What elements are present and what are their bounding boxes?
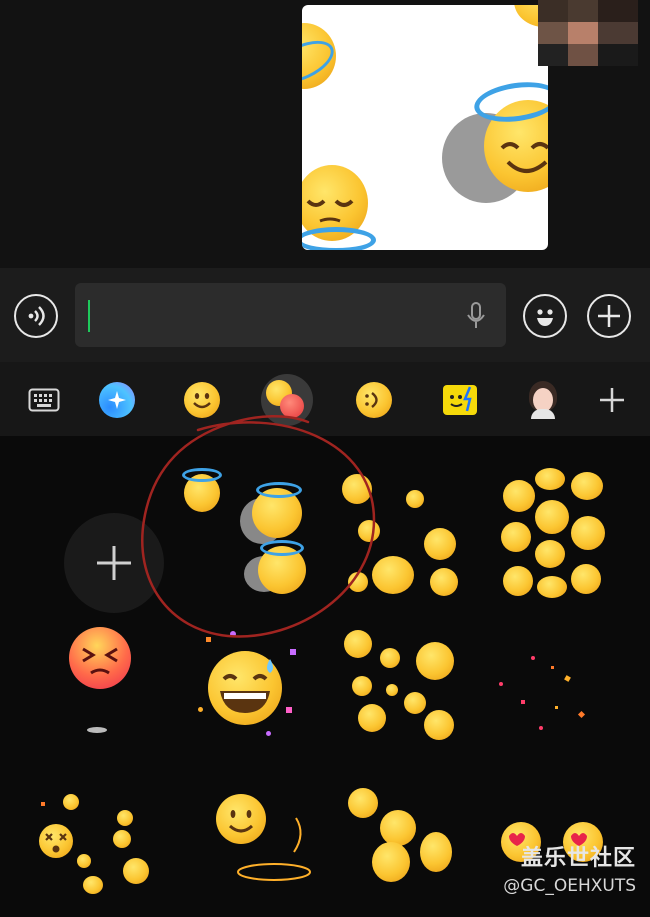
- microphone-icon[interactable]: [465, 301, 487, 331]
- sticker-dizzy-faces[interactable]: [25, 786, 175, 917]
- tears-of-joy-face: [372, 556, 414, 594]
- heart-eyes-face: [358, 704, 386, 732]
- contact-avatar[interactable]: [538, 0, 638, 66]
- tab-custom-sticker[interactable]: [440, 380, 480, 420]
- dizzy-face: [113, 830, 131, 848]
- more-button[interactable]: [587, 294, 631, 338]
- emoji-button[interactable]: [523, 294, 567, 338]
- sticker-upside-down-faces[interactable]: [340, 782, 490, 917]
- melting-face: [535, 540, 565, 568]
- tab-keyboard[interactable]: [24, 380, 64, 420]
- tab-avatar[interactable]: [523, 380, 563, 420]
- spotlight-ring: [237, 817, 311, 881]
- watermark-handle: @GC_OEHXUTS: [503, 876, 636, 896]
- confetti: [198, 707, 203, 712]
- yellow-sticker-icon: [443, 385, 477, 415]
- plus-icon: [598, 305, 620, 327]
- confetti: [555, 706, 558, 709]
- confetti: [564, 675, 571, 682]
- voice-button[interactable]: [14, 294, 58, 338]
- annotation-circle: [141, 415, 376, 638]
- confetti: [41, 802, 45, 806]
- message-input[interactable]: [75, 283, 506, 347]
- dizzy-face: [83, 876, 103, 894]
- heart-eyes-face: [416, 642, 454, 680]
- confetti: [521, 700, 525, 704]
- heart-eyes-face: [352, 676, 372, 696]
- upside-down-face: [380, 810, 416, 846]
- dizzy-face: [117, 810, 133, 826]
- halo-face-features: [500, 142, 548, 173]
- halo-ring: [302, 227, 376, 250]
- tears-of-joy-face: [430, 568, 458, 596]
- confetti: [286, 707, 292, 713]
- confetti: [551, 666, 554, 669]
- sent-sticker-message[interactable]: [302, 5, 548, 250]
- sparkle-icon: [99, 382, 135, 418]
- voice-wave-icon: [28, 306, 45, 326]
- sticker-confetti-burst[interactable]: [495, 626, 645, 766]
- winking-face: [503, 480, 535, 512]
- melting-face: [571, 472, 603, 500]
- plus-icon: [97, 546, 131, 580]
- tab-ai-sparkle[interactable]: [97, 380, 137, 420]
- sticker-smiling-face-spotlight[interactable]: [200, 786, 350, 917]
- confetti: [531, 656, 535, 660]
- grinning-face-features: [220, 659, 273, 713]
- heart-eyes-face: [404, 692, 426, 714]
- text-caret: [88, 300, 90, 332]
- watermark-title: 盖乐世社区: [520, 846, 636, 871]
- sticker-winking-melting-faces[interactable]: [495, 468, 645, 608]
- dizzy-face: [77, 854, 91, 868]
- tears-of-joy-face: [406, 490, 424, 508]
- dizzy-face: [123, 858, 149, 884]
- message-input-bar: [0, 268, 650, 362]
- melting-face: [501, 522, 531, 552]
- winking-face: [571, 516, 605, 550]
- winking-face: [503, 566, 533, 596]
- tab-add[interactable]: [592, 380, 632, 420]
- tears-of-joy-face: [424, 528, 456, 560]
- melting-face: [535, 468, 565, 490]
- heart-eyes-face: [424, 710, 454, 740]
- plus-icon: [600, 388, 624, 412]
- upside-down-face: [372, 842, 410, 882]
- dizzy-face: [63, 794, 79, 810]
- face-shadow: [87, 727, 107, 733]
- confetti: [266, 731, 271, 736]
- dizzy-face-features: [45, 833, 67, 853]
- upside-down-face: [420, 832, 452, 872]
- chat-area: [0, 0, 650, 268]
- heart-eyes-face: [380, 648, 400, 668]
- winking-face: [535, 500, 569, 534]
- confetti: [577, 710, 586, 719]
- melting-face: [537, 576, 567, 598]
- smiley-icon: [537, 309, 553, 326]
- upside-down-face: [348, 788, 378, 818]
- keyboard-icon: [28, 388, 60, 412]
- heart-eyes-face: [386, 684, 398, 696]
- confetti: [539, 726, 543, 730]
- watermark: 盖乐世社区 @GC_OEHXUTS: [503, 840, 636, 896]
- melting-face: [571, 564, 601, 594]
- avatar-icon: [525, 381, 561, 419]
- confetti: [499, 682, 503, 686]
- persevering-face-features: [82, 647, 118, 675]
